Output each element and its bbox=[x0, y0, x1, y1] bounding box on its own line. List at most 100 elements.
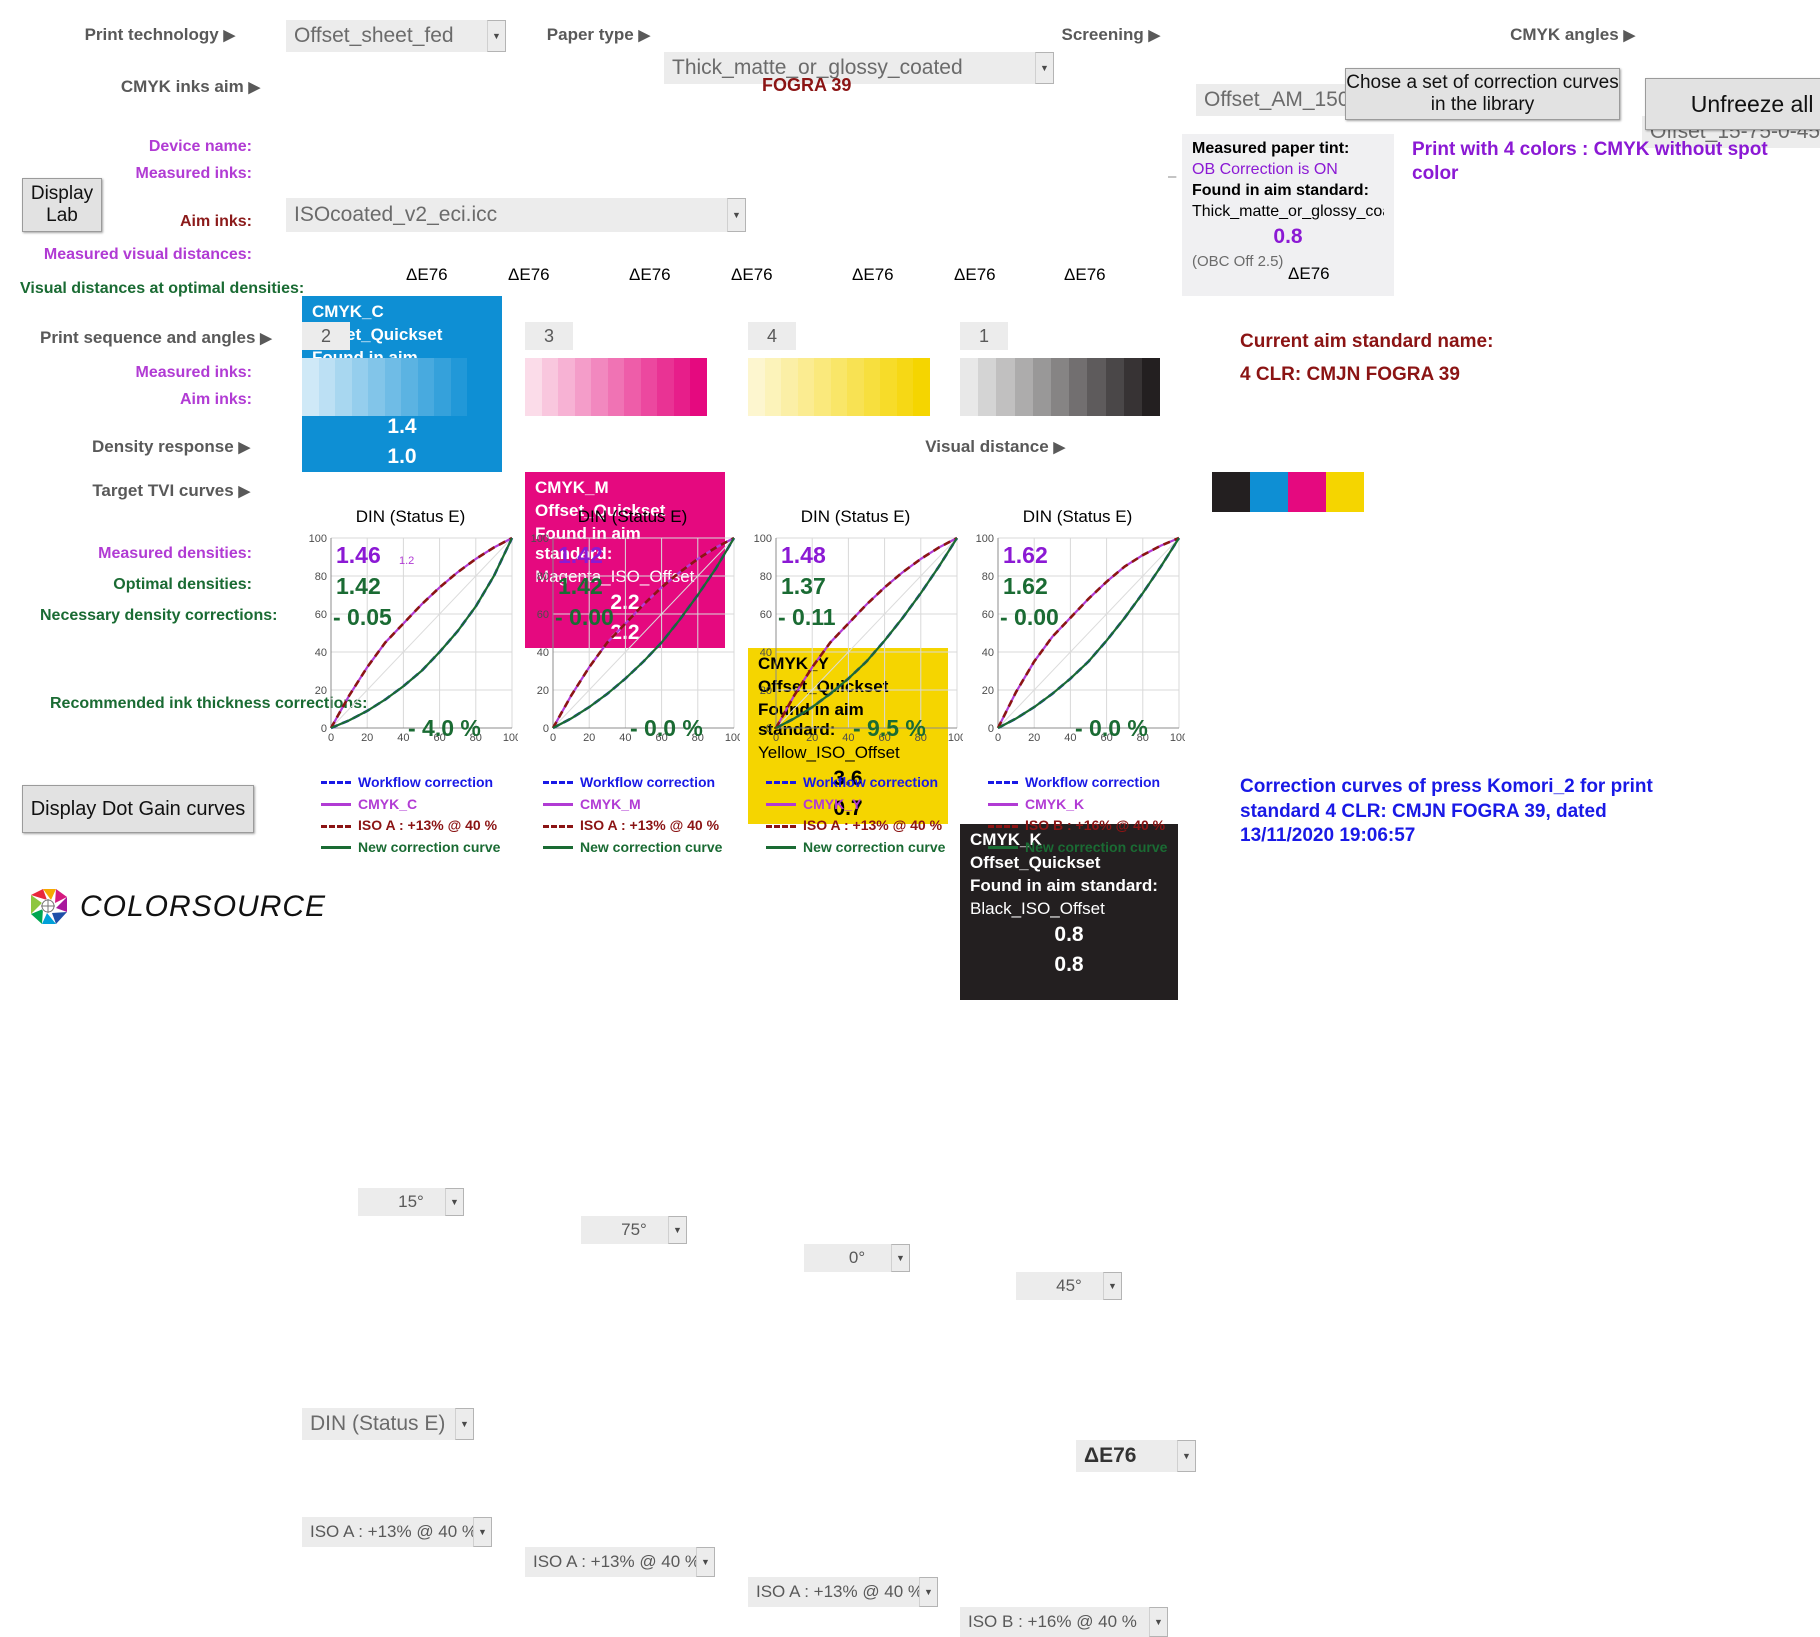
legend-swatch bbox=[766, 846, 796, 850]
legend-swatch bbox=[543, 781, 573, 785]
print-sequence-c[interactable]: 2 bbox=[302, 322, 350, 350]
print-sequence-m[interactable]: 3 bbox=[525, 322, 573, 350]
choose-correction-curves-button[interactable]: Chose a set of correction curves in the … bbox=[1345, 68, 1620, 120]
ramp-step bbox=[748, 387, 765, 416]
ramp-step bbox=[996, 387, 1015, 416]
ramp-step bbox=[978, 358, 997, 387]
svg-text:100: 100 bbox=[725, 732, 740, 744]
chevron-down-icon[interactable]: ▼ bbox=[1103, 1272, 1122, 1300]
chevron-down-icon[interactable]: ▼ bbox=[473, 1517, 492, 1547]
legend-swatch bbox=[543, 803, 573, 807]
ramp-step bbox=[896, 387, 914, 416]
ramp-step bbox=[814, 358, 831, 387]
ramp-step bbox=[1141, 358, 1161, 387]
ramp-step bbox=[863, 387, 881, 416]
ramp-step bbox=[318, 358, 336, 387]
chevron-down-icon[interactable]: ▼ bbox=[1035, 52, 1054, 84]
optimal-densities-label: Optimal densities: bbox=[113, 576, 252, 593]
svg-text:100: 100 bbox=[948, 732, 963, 744]
ramp-step bbox=[640, 387, 658, 416]
print-angle-c[interactable]: 15° ▼ bbox=[358, 1188, 464, 1216]
target-tvi-y[interactable]: ISO A : +13% @ 40 % ▼ bbox=[748, 1577, 938, 1607]
ramp-step bbox=[1050, 387, 1070, 416]
legend-swatch bbox=[988, 846, 1018, 850]
thickness-correction-y: - 9.5 % bbox=[853, 715, 926, 741]
print-sequence-label: Print sequence and angles ▶ bbox=[40, 328, 272, 347]
print-angle-y[interactable]: 0° ▼ bbox=[804, 1244, 910, 1272]
ramp-step bbox=[657, 387, 674, 416]
aim-ramp-y bbox=[748, 387, 931, 416]
ink-ramp-c bbox=[302, 358, 485, 416]
legend-item: ISO B : +16% @ 40 % bbox=[988, 815, 1203, 837]
target-tvi-c[interactable]: ISO A : +13% @ 40 % ▼ bbox=[302, 1517, 492, 1547]
paper-type-label: Paper type ▶ bbox=[546, 25, 650, 44]
target-tvi-k[interactable]: ISO B : +16% @ 40 % ▼ bbox=[960, 1607, 1168, 1637]
target-tvi-m[interactable]: ISO A : +13% @ 40 % ▼ bbox=[525, 1547, 715, 1577]
chevron-down-icon[interactable]: ▼ bbox=[919, 1577, 938, 1607]
ink-optimal-distance: 1.0 bbox=[387, 445, 417, 468]
svg-text:40: 40 bbox=[537, 647, 549, 659]
ramp-step bbox=[913, 358, 931, 387]
chevron-down-icon[interactable]: ▼ bbox=[1177, 1440, 1196, 1472]
legend-item: Workflow correction bbox=[766, 772, 981, 794]
ramp-step bbox=[558, 358, 575, 387]
density-correction-k: - 0.00 bbox=[1000, 604, 1059, 630]
ramp-step bbox=[863, 358, 881, 387]
legend-item: New correction curve bbox=[988, 837, 1203, 859]
visual-distance-select[interactable]: ΔE76 ▼ bbox=[1076, 1440, 1196, 1472]
ramp-step bbox=[673, 387, 691, 416]
chevron-down-icon[interactable]: ▼ bbox=[1149, 1607, 1168, 1637]
ramp-step bbox=[467, 358, 485, 387]
de-unit-marker-y: ΔE76 bbox=[852, 265, 894, 284]
ramp-step bbox=[417, 387, 435, 416]
display-dot-gain-curves-button[interactable]: Display Dot Gain curves bbox=[22, 785, 254, 833]
cmyk-inks-aim-select[interactable]: ISOcoated_v2_eci.icc ▼ bbox=[286, 198, 746, 232]
ink-measured-distance: 0.8 bbox=[1054, 923, 1084, 946]
print-sequence-y[interactable]: 4 bbox=[748, 322, 796, 350]
print-sequence-k[interactable]: 1 bbox=[960, 322, 1008, 350]
chevron-down-icon[interactable]: ▼ bbox=[668, 1216, 687, 1244]
ramp-step bbox=[1123, 358, 1142, 387]
svg-text:20: 20 bbox=[982, 685, 994, 697]
chevron-down-icon[interactable]: ▼ bbox=[696, 1547, 715, 1577]
paper-type-select[interactable]: Thick_matte_or_glossy_coated ▼ bbox=[664, 52, 1054, 84]
density-response-label: Density response ▶ bbox=[91, 437, 250, 456]
measured-density-c: 1.46 bbox=[336, 542, 381, 568]
ink-device-name: CMYK_M bbox=[535, 478, 609, 497]
screening-label: Screening ▶ bbox=[1061, 25, 1160, 44]
optimal-density-c: 1.42 bbox=[336, 573, 381, 599]
ramp-step bbox=[384, 358, 402, 387]
ramp-step bbox=[1087, 358, 1106, 387]
chevron-down-icon[interactable]: ▼ bbox=[455, 1408, 474, 1440]
ramp-step bbox=[1069, 387, 1088, 416]
ramp-step bbox=[335, 358, 352, 387]
chevron-down-icon[interactable]: ▼ bbox=[891, 1244, 910, 1272]
ramp-step bbox=[401, 387, 418, 416]
svg-text:60: 60 bbox=[982, 609, 994, 621]
swatch-yellow bbox=[1326, 472, 1364, 512]
paper-tint-value: 0.8 bbox=[1273, 225, 1303, 248]
svg-text:0: 0 bbox=[766, 723, 772, 735]
density-response-select[interactable]: DIN (Status E) ▼ bbox=[302, 1408, 474, 1440]
print-angle-m[interactable]: 75° ▼ bbox=[581, 1216, 687, 1244]
display-lab-button[interactable]: Display Lab bbox=[22, 178, 102, 232]
arrow-icon: ▶ bbox=[248, 79, 260, 96]
chevron-down-icon[interactable]: ▼ bbox=[727, 198, 746, 232]
ramp-step bbox=[960, 358, 979, 387]
legend-item: CMYK_M bbox=[543, 794, 758, 816]
unfreeze-all-button[interactable]: Unfreeze all se bbox=[1645, 78, 1820, 130]
ink-ramp-m bbox=[525, 358, 708, 416]
ramp-step bbox=[781, 358, 798, 387]
print-angle-k[interactable]: 45° ▼ bbox=[1016, 1272, 1122, 1300]
de-unit-marker-k: ΔE76 bbox=[1064, 265, 1106, 284]
ramp-step bbox=[797, 358, 815, 387]
legend-item: New correction curve bbox=[321, 837, 536, 859]
de-unit-marker-c: ΔE76 bbox=[406, 265, 448, 284]
chart-title-k: DIN (Status E) bbox=[1022, 507, 1133, 526]
ramp-step bbox=[847, 387, 864, 416]
chart-title-y: DIN (Status E) bbox=[800, 507, 911, 526]
legend-swatch bbox=[766, 781, 796, 785]
chevron-down-icon[interactable]: ▼ bbox=[445, 1188, 464, 1216]
visual-distances-optimal-label: Visual distances at optimal densities: bbox=[20, 280, 305, 297]
aim-ramp-c bbox=[302, 387, 485, 416]
